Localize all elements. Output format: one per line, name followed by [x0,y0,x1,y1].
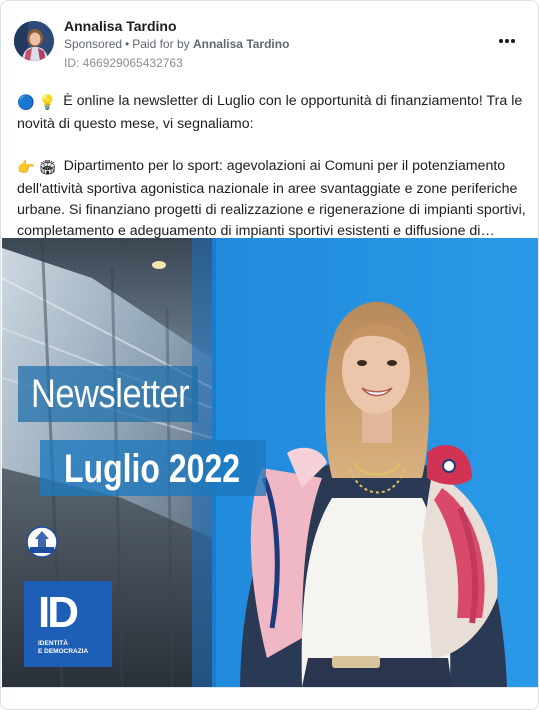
identita-democrazia-logo: ID IDENTITÀ E DEMOCRAZIA [24,581,112,667]
id-logo-caption: IDENTITÀ E DEMOCRAZIA [38,640,89,655]
paid-for-name[interactable]: Annalisa Tardino [193,37,289,51]
more-horizontal-icon-dot [505,39,509,43]
lega-salvini-logo [26,525,58,559]
card-footer [1,687,538,709]
id-logo-letters: ID [38,588,79,637]
month-banner: Luglio 2022 [40,440,266,496]
sponsored-label: Sponsored [64,37,123,51]
ad-id: ID: 466929065432763 [64,56,183,70]
ad-card: Annalisa Tardino Sponsored • Paid for by A… [0,0,539,710]
post-body: 🔵 💡 È online la newsletter di Luglio con… [17,91,527,242]
body-paragraph-text: È online la newsletter di Luglio con le … [17,93,523,132]
blue-circle-bulb-emoji: 🔵 💡 [17,95,57,111]
more-horizontal-icon-dot [511,39,515,43]
more-options-button[interactable] [495,32,519,50]
month-title: Luglio 2022 [64,447,241,491]
more-horizontal-icon [499,39,503,43]
post-header: Annalisa Tardino Sponsored • Paid for by A… [14,18,529,72]
paid-for-prefix: Paid for by [132,37,190,51]
newsletter-title: Newsletter [31,372,190,416]
body-paragraph-text: Dipartimento per lo sport: agevolazioni … [17,158,526,239]
lega-logo-graphic [26,526,58,558]
meta-separator: • [125,37,130,51]
avatar[interactable] [14,21,54,61]
sponsored-line: Sponsored • Paid for by Annalisa Tardino [64,37,289,51]
body-paragraph: 👉 🏟 Dipartimento per lo sport: agevolazi… [17,156,527,242]
pointing-stadium-emoji: 👉 🏟 [17,160,57,176]
ad-image[interactable]: Newsletter Luglio 2022 ID IDENTITÀ E DEM… [2,238,538,687]
newsletter-banner: Newsletter [18,366,198,422]
body-paragraph: 🔵 💡 È online la newsletter di Luglio con… [17,91,527,135]
avatar-photo [14,21,54,61]
author-name[interactable]: Annalisa Tardino [64,18,177,34]
